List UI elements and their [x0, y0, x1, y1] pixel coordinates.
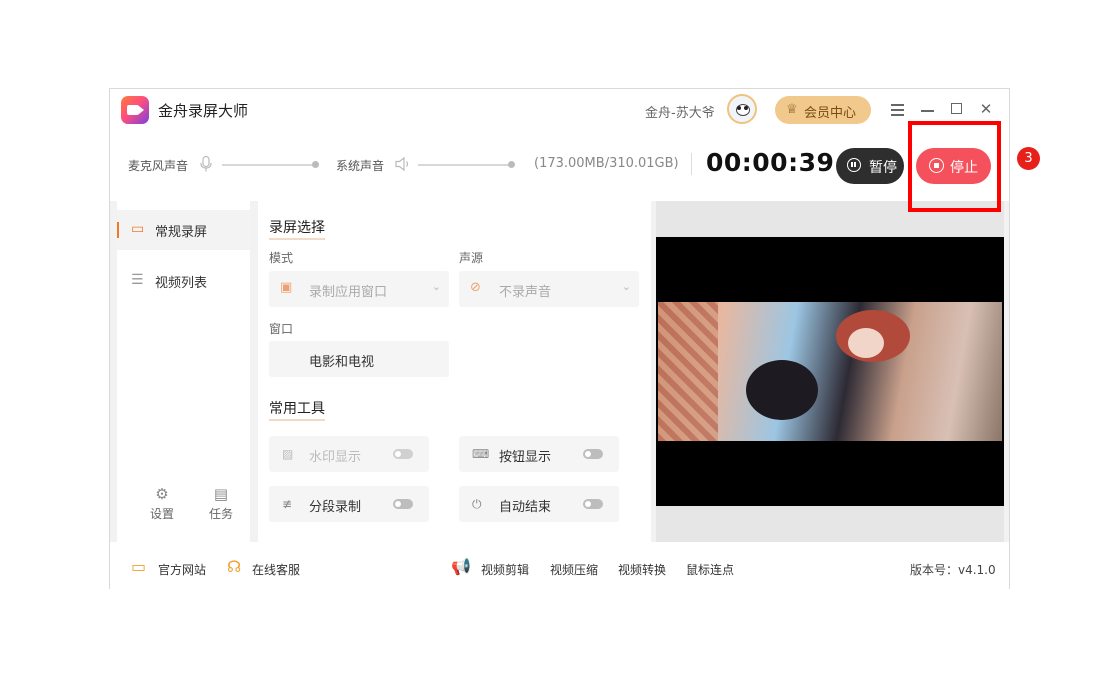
clipboard-icon: ▤ [213, 485, 229, 503]
pause-label: 暂停 [869, 159, 897, 175]
storage-usage: (173.00MB/310.01GB) [534, 156, 679, 171]
mic-volume-handle[interactable] [312, 161, 319, 168]
active-indicator [117, 222, 119, 238]
video-convert-link[interactable]: 视频转换 [618, 561, 666, 578]
settings-label: 设置 [149, 507, 174, 521]
username[interactable]: 金舟-苏大爷 [645, 102, 715, 121]
window-icon: ▣ [280, 280, 293, 295]
watermark-toggle-row[interactable]: ▨ 水印显示 [269, 436, 429, 472]
app-window: 金舟录屏大师 金舟-苏大爷 ♕ 会员中心 ✕ 麦克风声音 系统声音 (173.0… [109, 88, 1010, 589]
vip-center-label: 会员中心 [804, 106, 857, 121]
tasks-label: 任务 [208, 507, 233, 521]
segment-record-toggle[interactable] [393, 499, 413, 509]
maximize-icon[interactable] [947, 99, 967, 119]
vip-center-button[interactable]: ♕ 会员中心 [775, 96, 871, 124]
settings-button[interactable]: ⚙ 设置 [142, 485, 182, 522]
app-logo-icon [121, 96, 149, 124]
control-bar: 麦克风声音 系统声音 (173.00MB/310.01GB) 00:00:39 … [110, 131, 1009, 201]
tool-label: 分段录制 [309, 500, 362, 515]
crown-icon: ♕ [786, 102, 798, 117]
speaker-icon[interactable] [395, 156, 411, 172]
monitor-icon: ▭ [131, 557, 147, 576]
tool-label: 按钮显示 [499, 450, 552, 465]
main-body: ▭ 常规录屏 ☰ 视频列表 ⚙ 设置 ▤ 任务 录屏选择 模式 ▣ 录制应用窗口… [110, 201, 1009, 542]
video-camera-icon: ▭ [131, 221, 145, 237]
watermark-icon: ▨ [282, 447, 294, 461]
watermark-toggle[interactable] [393, 449, 413, 459]
divider [691, 153, 692, 175]
app-title: 金舟录屏大师 [158, 102, 249, 120]
system-volume-slider[interactable] [418, 164, 512, 166]
mode-select[interactable]: ▣ 录制应用窗口 ⌄ [269, 271, 449, 307]
chevron-down-icon: ⌄ [621, 280, 631, 293]
window-value: 电影和电视 [309, 355, 375, 370]
online-service-link[interactable]: 在线客服 [252, 561, 300, 578]
recording-timer: 00:00:39 [706, 148, 835, 177]
auto-end-toggle-row[interactable]: ⏻ 自动结束 [459, 486, 619, 522]
keyboard-icon: ⌨ [472, 447, 490, 461]
title-bar: 金舟录屏大师 金舟-苏大爷 ♕ 会员中心 ✕ [110, 89, 1009, 131]
avatar[interactable] [727, 94, 757, 124]
mode-label: 模式 [269, 251, 294, 265]
video-compress-link[interactable]: 视频压缩 [550, 561, 598, 578]
gear-icon: ⚙ [155, 485, 169, 503]
video-frame-image [658, 302, 1002, 441]
sidebar: ▭ 常规录屏 ☰ 视频列表 ⚙ 设置 ▤ 任务 [117, 201, 250, 542]
footer: ▭ 官方网站 ☊ 在线客服 📢 视频剪辑 视频压缩 视频转换 鼠标连点 版本号：… [110, 542, 1009, 589]
button-display-toggle-row[interactable]: ⌨ 按钮显示 [459, 436, 619, 472]
menu-icon[interactable] [888, 99, 908, 119]
settings-panel: 录屏选择 模式 ▣ 录制应用窗口 ⌄ 声源 ⊘ 不录声音 ⌄ 窗口 电影和电视 … [258, 201, 651, 542]
window-label: 窗口 [269, 322, 294, 336]
step-number-badge: 3 [1017, 147, 1040, 170]
sidebar-item-regular-record[interactable]: ▭ 常规录屏 [117, 210, 250, 250]
chevron-down-icon: ⌄ [431, 280, 441, 293]
stop-button-highlight-box [908, 121, 1001, 212]
preview-screen [656, 237, 1004, 506]
official-site-link[interactable]: 官方网站 [158, 561, 206, 578]
tool-label: 自动结束 [499, 500, 552, 515]
common-tools-title: 常用工具 [269, 398, 325, 421]
sound-source-select[interactable]: ⊘ 不录声音 ⌄ [459, 271, 639, 307]
tasks-button[interactable]: ▤ 任务 [201, 485, 241, 522]
sidebar-item-label: 常规录屏 [155, 225, 208, 240]
headset-icon: ☊ [227, 557, 242, 576]
button-display-toggle[interactable] [583, 449, 603, 459]
power-icon: ⏻ [472, 497, 482, 511]
sidebar-item-video-list[interactable]: ☰ 视频列表 [117, 261, 250, 301]
tool-label: 水印显示 [309, 450, 362, 465]
sidebar-item-label: 视频列表 [155, 276, 208, 291]
mic-volume-label: 麦克风声音 [128, 159, 189, 173]
window-select[interactable]: 电影和电视 [269, 341, 449, 377]
megaphone-icon: 📢 [451, 557, 471, 576]
segment-record-toggle-row[interactable]: ≢ 分段录制 [269, 486, 429, 522]
record-selection-title: 录屏选择 [269, 217, 325, 240]
system-volume-label: 系统声音 [336, 159, 385, 173]
sound-source-label: 声源 [459, 251, 484, 265]
auto-end-toggle[interactable] [583, 499, 603, 509]
microphone-icon[interactable] [200, 156, 212, 172]
pause-button[interactable]: 暂停 [836, 148, 904, 184]
preview-area [656, 201, 1004, 542]
version-label: 版本号：v4.1.0 [910, 563, 996, 577]
pause-icon [847, 158, 861, 172]
mic-volume-slider[interactable] [222, 164, 316, 166]
close-icon[interactable]: ✕ [976, 99, 996, 119]
segment-icon: ≢ [282, 497, 293, 511]
sound-source-value: 不录声音 [499, 285, 552, 300]
list-icon: ☰ [131, 272, 144, 288]
mouse-clicker-link[interactable]: 鼠标连点 [686, 561, 734, 578]
minimize-icon[interactable] [918, 99, 938, 119]
mode-value: 录制应用窗口 [309, 285, 388, 300]
no-sound-icon: ⊘ [470, 280, 481, 295]
video-edit-link[interactable]: 视频剪辑 [481, 561, 529, 578]
system-volume-handle[interactable] [508, 161, 515, 168]
